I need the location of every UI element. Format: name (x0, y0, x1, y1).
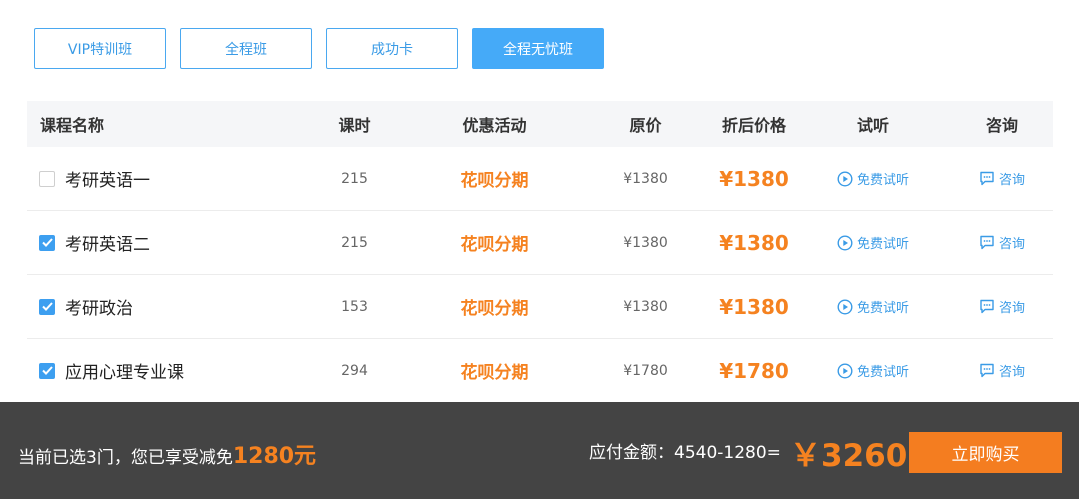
promo-huabei[interactable]: 花呗分期 (412, 166, 577, 191)
discounted-price: ¥1380 (719, 166, 789, 191)
free-trial-label: 免费试听 (856, 301, 909, 316)
chat-bubble-icon (980, 299, 994, 314)
header-hours: 课时 (338, 116, 371, 135)
consult-label: 咨询 (998, 365, 1025, 380)
consult-link[interactable]: 咨询 (979, 233, 1025, 252)
free-trial-label: 免费试听 (856, 237, 909, 252)
trial-cell: 免费试听 (794, 361, 952, 380)
course-name: 考研政治 (65, 299, 133, 319)
course-name: 考研英语二 (65, 235, 150, 255)
consult-link[interactable]: 咨询 (979, 361, 1025, 380)
tab-full-course[interactable]: 全程班 (180, 28, 312, 69)
header-original-price: 原价 (629, 116, 662, 135)
consult-cell: 咨询 (952, 361, 1052, 380)
chat-bubble-icon (980, 363, 994, 378)
consult-link[interactable]: 咨询 (979, 297, 1025, 316)
summary-text: 当前已选3门，您已享受减免 (18, 448, 233, 468)
header-discounted-price: 折后价格 (721, 116, 786, 135)
header-course-name: 课程名称 (40, 116, 105, 135)
table-row: 考研政治 153 花呗分期 ¥1380 ¥1380 免费试听 咨询 (27, 275, 1053, 339)
tab-worry-free[interactable]: 全程无忧班 (472, 28, 604, 69)
original-price: ¥1380 (623, 298, 668, 315)
chat-bubble-icon (980, 171, 994, 186)
tab-success-card[interactable]: 成功卡 (326, 28, 458, 69)
saved-amount: 1280元 (232, 444, 317, 469)
buy-now-button[interactable]: 立即购买 (909, 432, 1062, 473)
free-trial-label: 免费试听 (856, 365, 909, 380)
original-price: ¥1780 (623, 362, 668, 379)
course-hours: 215 (341, 170, 368, 187)
play-circle-icon (837, 234, 853, 251)
header-consult: 咨询 (952, 112, 1052, 136)
table-header: 课程名称 课时 优惠活动 原价 折后价格 试听 咨询 (27, 101, 1053, 147)
discounted-price: ¥1380 (719, 294, 789, 319)
trial-cell: 免费试听 (794, 297, 952, 316)
consult-cell: 咨询 (952, 169, 1052, 188)
play-circle-icon (837, 362, 853, 379)
course-name: 应用心理专业课 (65, 363, 184, 383)
course-name: 考研英语一 (65, 171, 150, 191)
free-trial-link[interactable]: 免费试听 (837, 233, 909, 252)
header-trial-label: 试听 (856, 116, 889, 135)
consult-cell: 咨询 (952, 297, 1052, 316)
free-trial-link[interactable]: 免费试听 (837, 297, 909, 316)
table-row: 考研英语二 215 花呗分期 ¥1380 ¥1380 免费试听 咨询 (27, 211, 1053, 275)
checkmark-icon (41, 302, 53, 311)
table-row: 应用心理专业课 294 花呗分期 ¥1780 ¥1780 免费试听 咨询 (27, 339, 1053, 403)
checkmark-icon (41, 366, 53, 375)
consult-label: 咨询 (998, 237, 1025, 252)
discounted-price: ¥1380 (719, 230, 789, 255)
trial-cell: 免费试听 (794, 233, 952, 252)
discounted-price: ¥1780 (719, 358, 789, 383)
play-circle-icon (837, 170, 853, 187)
promo-huabei[interactable]: 花呗分期 (412, 230, 577, 255)
course-checkbox[interactable] (39, 362, 55, 379)
original-price: ¥1380 (623, 170, 668, 187)
course-hours: 294 (341, 362, 368, 379)
checkout-bar: 当前已选3门，您已享受减免1280元 应付金额：4540-1280= ￥3260… (0, 402, 1079, 499)
free-trial-label: 免费试听 (856, 173, 909, 188)
course-checkbox[interactable] (39, 298, 55, 315)
course-checkbox[interactable] (39, 234, 55, 251)
payable-formula: 应付金额：4540-1280= (589, 443, 781, 463)
consult-cell: 咨询 (952, 233, 1052, 252)
original-price: ¥1380 (623, 234, 668, 251)
course-package-tabs: VIP特训班 全程班 成功卡 全程无忧班 (34, 28, 604, 69)
consult-label: 咨询 (998, 301, 1025, 316)
tab-vip[interactable]: VIP特训班 (34, 28, 166, 69)
course-name-cell: 应用心理专业课 (27, 358, 297, 383)
promo-huabei[interactable]: 花呗分期 (412, 294, 577, 319)
course-checkbox[interactable] (39, 170, 55, 187)
checkmark-icon (41, 238, 53, 247)
trial-cell: 免费试听 (794, 169, 952, 188)
course-hours: 153 (341, 298, 368, 315)
free-trial-link[interactable]: 免费试听 (837, 361, 909, 380)
course-name-cell: 考研政治 (27, 294, 297, 319)
header-trial: 试听 (794, 112, 952, 136)
course-name-cell: 考研英语一 (27, 166, 297, 191)
chat-bubble-icon (980, 235, 994, 250)
header-consult-label: 咨询 (985, 116, 1018, 135)
free-trial-link[interactable]: 免费试听 (837, 169, 909, 188)
header-promo: 优惠活动 (462, 116, 527, 135)
table-row: 考研英语一 215 花呗分期 ¥1380 ¥1380 免费试听 咨询 (27, 147, 1053, 211)
course-name-cell: 考研英语二 (27, 230, 297, 255)
consult-link[interactable]: 咨询 (979, 169, 1025, 188)
consult-label: 咨询 (998, 173, 1025, 188)
promo-huabei[interactable]: 花呗分期 (412, 358, 577, 383)
course-table: 课程名称 课时 优惠活动 原价 折后价格 试听 咨询 考研英语一 215 花呗分… (27, 101, 1053, 403)
play-circle-icon (837, 298, 853, 315)
selection-summary: 当前已选3门，您已享受减免1280元 (18, 438, 316, 470)
total-amount: ￥3260 (790, 438, 908, 474)
course-hours: 215 (341, 234, 368, 251)
